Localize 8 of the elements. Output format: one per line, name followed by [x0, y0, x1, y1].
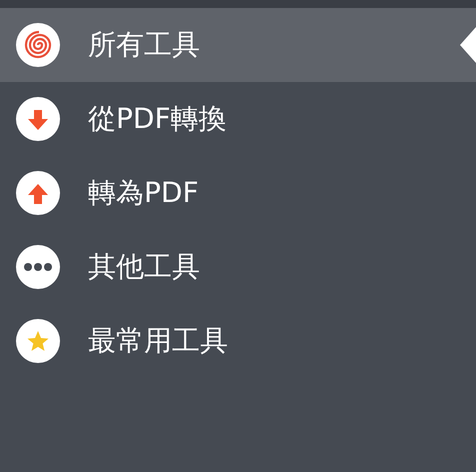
- menu-item[interactable]: 轉為PDF: [0, 156, 476, 230]
- menu-item[interactable]: 其他工具: [0, 230, 476, 304]
- menu-item[interactable]: 所有工具: [0, 8, 476, 82]
- menu-item[interactable]: 從PDF轉換: [0, 82, 476, 156]
- more-icon: [16, 245, 60, 289]
- spiral-icon: [16, 23, 60, 67]
- menu-item[interactable]: 最常用工具: [0, 304, 476, 378]
- selection-pointer-icon: [460, 27, 476, 63]
